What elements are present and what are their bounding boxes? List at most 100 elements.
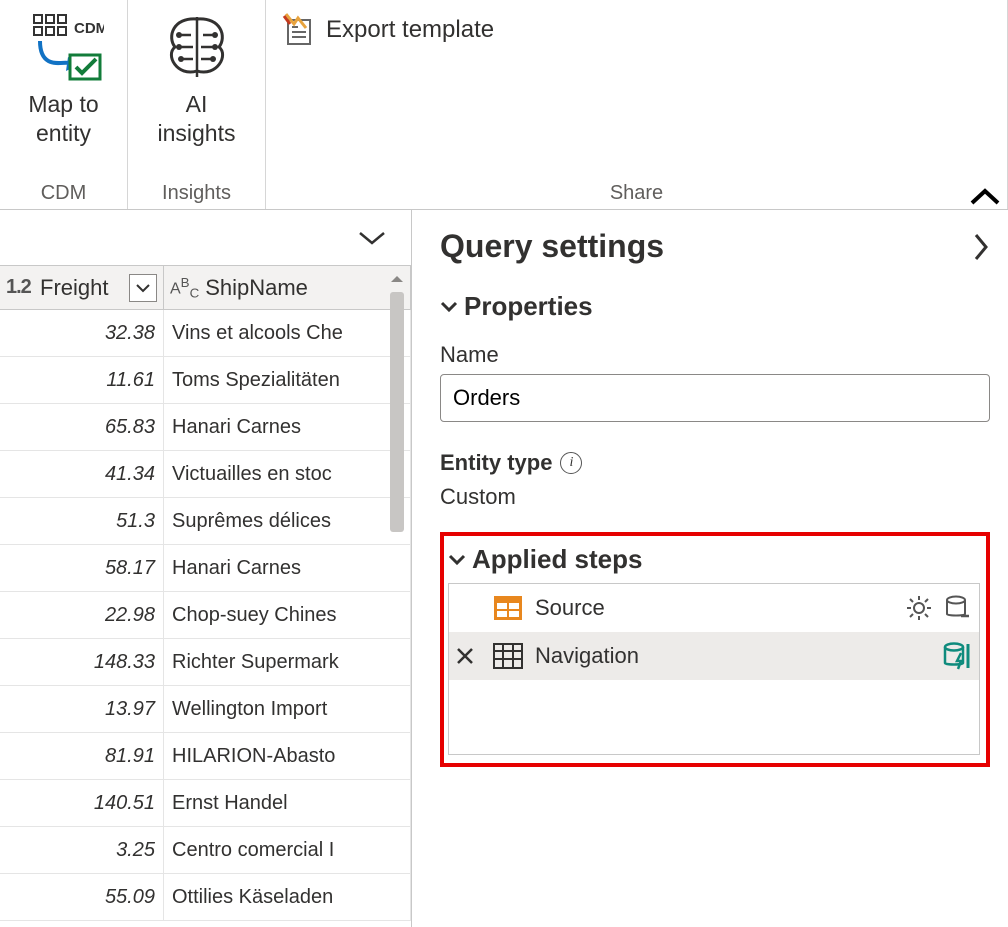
cell-ship: Toms Spezialitäten bbox=[164, 357, 411, 403]
cell-ship: HILARION-Abasto bbox=[164, 733, 411, 779]
ribbon-group-insights-title: Insights bbox=[138, 182, 255, 207]
step-source-label: Source bbox=[535, 595, 895, 621]
cell-freight: 11.61 bbox=[0, 357, 164, 403]
step-navigation-label: Navigation bbox=[535, 643, 931, 669]
applied-steps-label: Applied steps bbox=[472, 544, 642, 575]
table-row[interactable]: 32.38Vins et alcools Che bbox=[0, 310, 411, 357]
query-settings-collapse-button[interactable] bbox=[972, 232, 990, 262]
table-row[interactable]: 140.51Ernst Handel bbox=[0, 780, 411, 827]
delete-step-button[interactable] bbox=[455, 646, 481, 666]
table-row[interactable]: 81.91HILARION-Abasto bbox=[0, 733, 411, 780]
cell-ship: Victuailles en stoc bbox=[164, 451, 411, 497]
table-row[interactable]: 13.97Wellington Import bbox=[0, 686, 411, 733]
column-header-freight[interactable]: 1.2 Freight bbox=[0, 266, 164, 309]
cell-freight: 81.91 bbox=[0, 733, 164, 779]
cell-freight: 32.38 bbox=[0, 310, 164, 356]
formula-bar bbox=[0, 210, 411, 266]
query-settings-title: Query settings bbox=[440, 228, 664, 265]
main-area: 1.2 Freight ABC ShipName 32.38Vins et al… bbox=[0, 210, 1008, 927]
applied-steps-section-toggle[interactable]: Applied steps bbox=[448, 544, 980, 575]
cell-ship: Vins et alcools Che bbox=[164, 310, 411, 356]
ribbon-group-insights: AI insights Insights bbox=[128, 0, 266, 209]
name-label: Name bbox=[440, 342, 990, 368]
database-live-icon[interactable] bbox=[941, 641, 971, 671]
step-source[interactable]: Source bbox=[449, 584, 979, 632]
grid-body: 32.38Vins et alcools Che 11.61Toms Spezi… bbox=[0, 310, 411, 921]
query-settings-panel: Query settings Properties Name Entity ty… bbox=[412, 210, 1008, 927]
cell-freight: 55.09 bbox=[0, 874, 164, 920]
ribbon-group-share-title: Share bbox=[276, 182, 997, 207]
export-template-label: Export template bbox=[326, 16, 494, 44]
data-preview-panel: 1.2 Freight ABC ShipName 32.38Vins et al… bbox=[0, 210, 412, 927]
cell-freight: 140.51 bbox=[0, 780, 164, 826]
table-row[interactable]: 55.09Ottilies Käseladen bbox=[0, 874, 411, 921]
ribbon-group-cdm-title: CDM bbox=[10, 182, 117, 207]
cell-ship: Hanari Carnes bbox=[164, 545, 411, 591]
table-row[interactable]: 58.17Hanari Carnes bbox=[0, 545, 411, 592]
table-outline-icon bbox=[491, 643, 525, 669]
data-grid: 1.2 Freight ABC ShipName 32.38Vins et al… bbox=[0, 266, 411, 927]
ribbon-group-share: Export template Share bbox=[266, 0, 1008, 209]
formula-expand-button[interactable] bbox=[343, 225, 401, 251]
map-to-entity-button[interactable]: CDM Map to entity bbox=[14, 4, 114, 150]
cell-freight: 51.3 bbox=[0, 498, 164, 544]
applied-steps-list: Source bbox=[448, 583, 980, 755]
table-row[interactable]: 148.33Richter Supermark bbox=[0, 639, 411, 686]
cell-ship: Ernst Handel bbox=[164, 780, 411, 826]
grid-scrollbar[interactable] bbox=[385, 268, 409, 838]
cell-freight: 148.33 bbox=[0, 639, 164, 685]
table-row[interactable]: 65.83Hanari Carnes bbox=[0, 404, 411, 451]
cell-freight: 65.83 bbox=[0, 404, 164, 450]
ai-insights-button[interactable]: AI insights bbox=[147, 4, 247, 150]
chevron-down-icon bbox=[448, 553, 466, 567]
table-row[interactable]: 11.61Toms Spezialitäten bbox=[0, 357, 411, 404]
column-header-shipname[interactable]: ABC ShipName bbox=[164, 266, 411, 309]
column-header-freight-label: Freight bbox=[40, 275, 108, 301]
text-type-icon: ABC bbox=[170, 275, 199, 301]
cell-ship: Centro comercial I bbox=[164, 827, 411, 873]
grid-header: 1.2 Freight ABC ShipName bbox=[0, 266, 411, 310]
table-row[interactable]: 22.98Chop-suey Chines bbox=[0, 592, 411, 639]
cdm-icon: CDM bbox=[24, 6, 104, 88]
properties-section-toggle[interactable]: Properties bbox=[440, 291, 990, 322]
brain-icon bbox=[161, 6, 233, 88]
cell-ship: Hanari Carnes bbox=[164, 404, 411, 450]
entity-type-value: Custom bbox=[440, 484, 990, 510]
cell-ship: Richter Supermark bbox=[164, 639, 411, 685]
cell-ship: Wellington Import bbox=[164, 686, 411, 732]
export-template-icon bbox=[280, 12, 316, 48]
chevron-down-icon bbox=[440, 300, 458, 314]
applied-steps-highlight: Applied steps Source bbox=[440, 532, 990, 767]
database-icon[interactable] bbox=[943, 594, 971, 622]
properties-label: Properties bbox=[464, 291, 593, 322]
query-name-input[interactable] bbox=[440, 374, 990, 422]
cell-ship: Chop-suey Chines bbox=[164, 592, 411, 638]
cell-freight: 58.17 bbox=[0, 545, 164, 591]
entity-type-label: Entity type bbox=[440, 450, 552, 476]
cell-ship: Ottilies Käseladen bbox=[164, 874, 411, 920]
svg-text:CDM: CDM bbox=[74, 20, 104, 37]
ribbon: CDM Map to entity CDM bbox=[0, 0, 1008, 210]
map-to-entity-label: Map to entity bbox=[28, 90, 98, 148]
step-navigation[interactable]: Navigation bbox=[449, 632, 979, 680]
table-row[interactable]: 41.34Victuailles en stoc bbox=[0, 451, 411, 498]
cell-freight: 3.25 bbox=[0, 827, 164, 873]
column-filter-freight[interactable] bbox=[129, 274, 157, 302]
collapse-ribbon-button[interactable] bbox=[970, 187, 1000, 207]
cell-freight: 41.34 bbox=[0, 451, 164, 497]
cell-ship: Suprêmes délices bbox=[164, 498, 411, 544]
export-template-button[interactable]: Export template bbox=[276, 10, 498, 50]
cell-freight: 22.98 bbox=[0, 592, 164, 638]
column-header-shipname-label: ShipName bbox=[205, 275, 308, 301]
info-icon[interactable]: i bbox=[560, 452, 582, 474]
scroll-thumb[interactable] bbox=[390, 292, 404, 532]
table-orange-icon bbox=[491, 595, 525, 621]
decimal-type-icon: 1.2 bbox=[6, 276, 34, 299]
scroll-up-icon[interactable] bbox=[385, 268, 409, 290]
cell-freight: 13.97 bbox=[0, 686, 164, 732]
gear-icon[interactable] bbox=[905, 594, 933, 622]
ribbon-group-cdm: CDM Map to entity CDM bbox=[0, 0, 128, 209]
table-row[interactable]: 51.3Suprêmes délices bbox=[0, 498, 411, 545]
ai-insights-label: AI insights bbox=[158, 90, 236, 148]
table-row[interactable]: 3.25Centro comercial I bbox=[0, 827, 411, 874]
